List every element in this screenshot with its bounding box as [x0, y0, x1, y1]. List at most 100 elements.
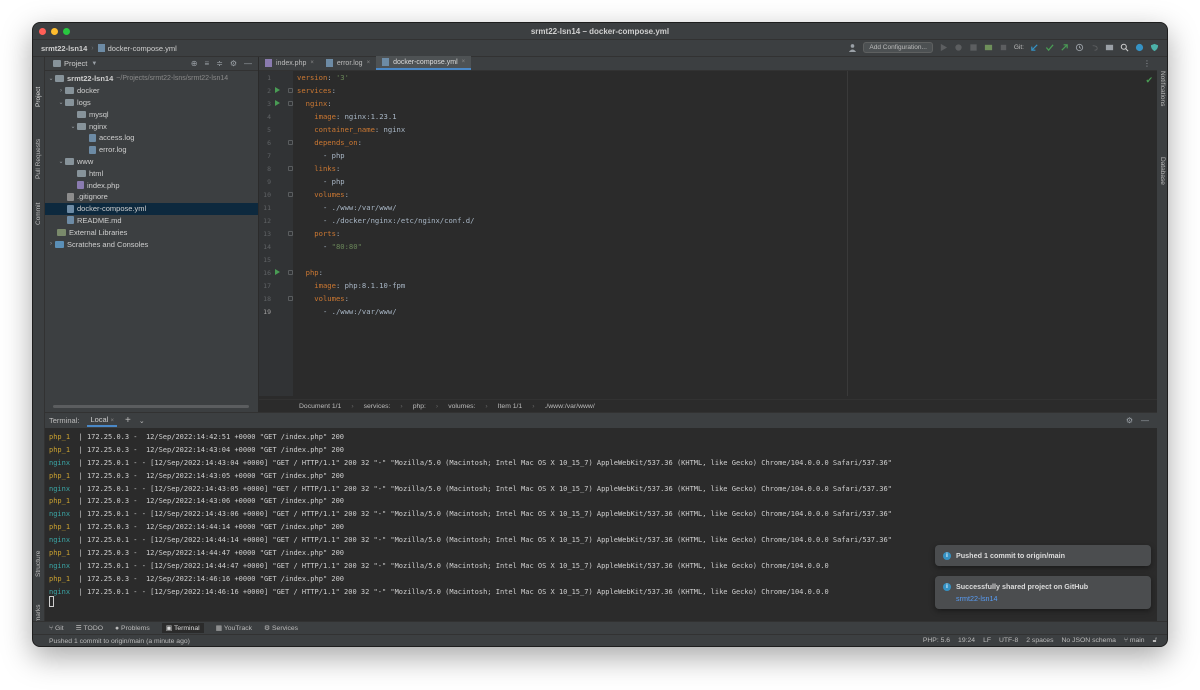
code-line[interactable]: volumes: [297, 188, 1147, 201]
code-line[interactable]: services: [297, 84, 1147, 97]
run-gutter-icon[interactable] [275, 269, 280, 275]
git-update-icon[interactable] [1030, 43, 1039, 52]
status-caret-position[interactable]: 19:24 [958, 637, 975, 645]
nav-file[interactable]: docker-compose.yml [108, 44, 177, 53]
tool-tab-pull-requests[interactable]: Pull Requests [35, 139, 42, 179]
close-icon[interactable]: × [462, 59, 466, 65]
code-area[interactable]: version: '3' services: nginx: image: ngin… [297, 71, 1147, 396]
close-icon[interactable]: × [310, 60, 314, 66]
tool-tab-project[interactable]: Project [35, 87, 42, 107]
breadcrumb-value[interactable]: ./www:/var/www/ [544, 403, 594, 410]
close-icon[interactable]: × [367, 60, 371, 66]
fold-icon[interactable] [288, 140, 293, 145]
status-message[interactable]: Pushed 1 commit to origin/main (a minute… [49, 638, 190, 645]
chevron-down-icon[interactable]: ⌄ [69, 123, 77, 130]
breadcrumb-item[interactable]: Item 1/1 [498, 403, 523, 410]
coverage-icon[interactable] [969, 43, 978, 52]
toolwindow-services[interactable]: ⚙ Services [264, 624, 298, 632]
terminal-tab-local[interactable]: Local × [87, 414, 117, 427]
breadcrumb-volumes[interactable]: volumes: [448, 403, 475, 410]
run-gutter-icon[interactable] [275, 87, 280, 93]
code-line[interactable]: - php [297, 149, 1147, 162]
run-icon[interactable] [939, 43, 948, 52]
project-panel-title[interactable]: Project [64, 59, 87, 68]
fold-icon[interactable] [288, 231, 293, 236]
code-line[interactable]: - ./www:/var/www/ [297, 305, 1147, 318]
code-line[interactable]: - php [297, 175, 1147, 188]
tree-item-docker-compose[interactable]: docker-compose.yml [45, 202, 258, 215]
status-php-version[interactable]: PHP: 5.6 [923, 637, 950, 645]
git-push-icon[interactable] [1060, 43, 1069, 52]
add-configuration-button[interactable]: Add Configuration... [863, 42, 933, 53]
code-line[interactable] [297, 253, 1147, 266]
code-line[interactable]: - ./docker/nginx:/etc/nginx/conf.d/ [297, 214, 1147, 227]
chevron-right-icon[interactable]: › [57, 88, 65, 94]
fold-icon[interactable] [288, 88, 293, 93]
tree-item-readme[interactable]: README.md [45, 215, 258, 227]
code-line[interactable]: container_name: nginx [297, 123, 1147, 136]
chevron-down-icon[interactable]: ▼ [91, 61, 97, 67]
status-indent[interactable]: 2 spaces [1026, 637, 1053, 645]
toolwindow-git[interactable]: ⑂ Git [49, 625, 64, 632]
tab-index-php[interactable]: index.php × [259, 56, 320, 70]
chevron-down-icon[interactable]: ⌄ [47, 75, 55, 82]
code-line[interactable]: - ./www:/var/www/ [297, 201, 1147, 214]
chevron-down-icon[interactable]: ⌄ [139, 417, 145, 425]
code-line[interactable]: ports: [297, 227, 1147, 240]
add-terminal-icon[interactable]: + [125, 415, 131, 426]
code-line[interactable]: - "80:80" [297, 240, 1147, 253]
code-line[interactable]: depends_on: [297, 136, 1147, 149]
chevron-down-icon[interactable]: ⌄ [57, 99, 65, 106]
nav-project[interactable]: srmt22-lsn14 [33, 44, 87, 53]
presentation-icon[interactable] [1105, 43, 1114, 52]
gear-icon[interactable]: ⚙ [1126, 416, 1133, 425]
breadcrumb-php[interactable]: php: [413, 403, 426, 410]
tree-item-logs[interactable]: ⌄ logs [45, 97, 258, 109]
notification-link[interactable]: srmt22-lsn14 [956, 594, 1143, 603]
code-line[interactable]: nginx: [297, 97, 1147, 110]
hide-icon[interactable]: — [1141, 416, 1149, 425]
updates-icon[interactable] [1135, 43, 1144, 52]
tree-item-scratches[interactable]: › Scratches and Consoles [45, 238, 258, 250]
rollback-icon[interactable] [1090, 43, 1099, 52]
hide-icon[interactable]: — [244, 59, 252, 68]
run-gutter-icon[interactable] [275, 100, 280, 106]
tree-item-index-php[interactable]: index.php [45, 179, 258, 191]
fold-icon[interactable] [288, 192, 293, 197]
tab-error-log[interactable]: error.log × [320, 56, 376, 70]
status-json-schema[interactable]: No JSON schema [1061, 637, 1115, 645]
gear-icon[interactable]: ⚙ [230, 59, 237, 68]
tool-tab-database[interactable]: Database [1159, 157, 1166, 185]
tree-item-error-log[interactable]: error.log [45, 144, 258, 156]
toolwindow-todo[interactable]: ☰ TODO [76, 624, 103, 632]
fold-icon[interactable] [288, 296, 293, 301]
tree-item-mysql[interactable]: mysql [45, 108, 258, 120]
collapse-all-icon[interactable]: ≑ [216, 59, 223, 68]
toolwindow-youtrack[interactable]: ▦ YouTrack [216, 624, 252, 632]
tree-item-access-log[interactable]: access.log [45, 132, 258, 144]
expand-all-icon[interactable]: ≡ [204, 59, 209, 68]
tree-item-gitignore[interactable]: .gitignore [45, 191, 258, 203]
fold-icon[interactable] [288, 270, 293, 275]
build-icon[interactable] [984, 43, 993, 52]
no-problems-check-icon[interactable]: ✔ [1145, 75, 1153, 86]
chevron-right-icon[interactable]: › [47, 241, 55, 247]
notification-pushed[interactable]: i Pushed 1 commit to origin/main [935, 545, 1151, 567]
tab-docker-compose[interactable]: docker-compose.yml × [376, 56, 472, 70]
code-line[interactable]: links: [297, 162, 1147, 175]
history-icon[interactable] [1075, 43, 1084, 52]
breadcrumb-document[interactable]: Document 1/1 [299, 403, 341, 410]
fold-icon[interactable] [288, 166, 293, 171]
tree-item-www[interactable]: ⌄ www [45, 156, 258, 168]
close-icon[interactable]: × [110, 418, 114, 424]
search-icon[interactable] [1120, 43, 1129, 52]
tree-item-root[interactable]: ⌄ srmt22-lsn14 ~/Projects/srmt22-lsns/srmt… [45, 73, 258, 85]
status-line-separator[interactable]: LF [983, 637, 991, 645]
tool-tab-commit[interactable]: Commit [35, 203, 42, 225]
more-tabs-icon[interactable]: ⋮ [1143, 59, 1151, 68]
tree-item-html[interactable]: html [45, 167, 258, 179]
chevron-down-icon[interactable]: ⌄ [57, 158, 65, 165]
status-encoding[interactable]: UTF-8 [999, 637, 1018, 645]
tool-tab-structure[interactable]: Structure [35, 551, 42, 577]
stop-icon[interactable] [999, 43, 1008, 52]
